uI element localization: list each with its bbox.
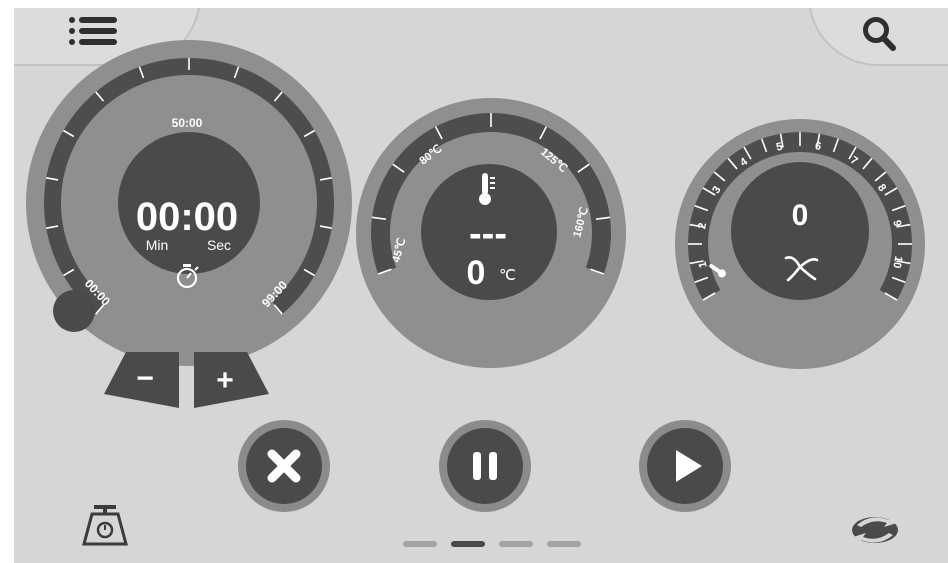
fan-value: 0 (792, 199, 809, 232)
plus-label: + (216, 364, 234, 397)
timer-tick-mid: 50:00 (172, 116, 203, 130)
timer-stepper: − + (104, 352, 269, 408)
pause-button-face (447, 428, 523, 504)
temperature-dial[interactable]: 45℃ 80℃ 125℃ 160℃ --- 0 ℃ (356, 98, 626, 368)
timer-dial[interactable]: 50:00 00:00 99:00 00:00 Min Sec (26, 40, 352, 366)
sync-icon[interactable] (849, 511, 901, 549)
play-button-face (647, 428, 723, 504)
stop-button[interactable] (238, 420, 330, 512)
temp-unit: ℃ (499, 267, 516, 284)
stop-button-face (246, 428, 322, 504)
pause-icon (473, 452, 497, 480)
page-dot-4[interactable] (547, 541, 581, 547)
pause-button[interactable] (439, 420, 531, 512)
timer-min-label: Min (146, 237, 169, 253)
close-icon (267, 449, 301, 483)
fan-tick-label: 10 (890, 255, 904, 269)
temp-display: --- (469, 213, 507, 255)
scale-icon[interactable] (82, 504, 128, 546)
play-button[interactable] (639, 420, 731, 512)
timer-knob[interactable] (53, 290, 95, 332)
page-dot-1[interactable] (403, 541, 437, 547)
page-indicator (403, 541, 593, 549)
fan-dial[interactable]: 12345 678910 0 (675, 119, 925, 369)
page-dot-3[interactable] (499, 541, 533, 547)
minus-label: − (136, 362, 154, 395)
page-dot-2[interactable] (451, 541, 485, 547)
timer-display: 00:00 (136, 195, 238, 239)
play-icon (676, 450, 702, 482)
temp-value: 0 (467, 254, 486, 292)
screen: 50:00 00:00 99:00 00:00 Min Sec 45℃ 80℃ … (14, 8, 948, 563)
timer-sec-label: Sec (207, 237, 231, 253)
